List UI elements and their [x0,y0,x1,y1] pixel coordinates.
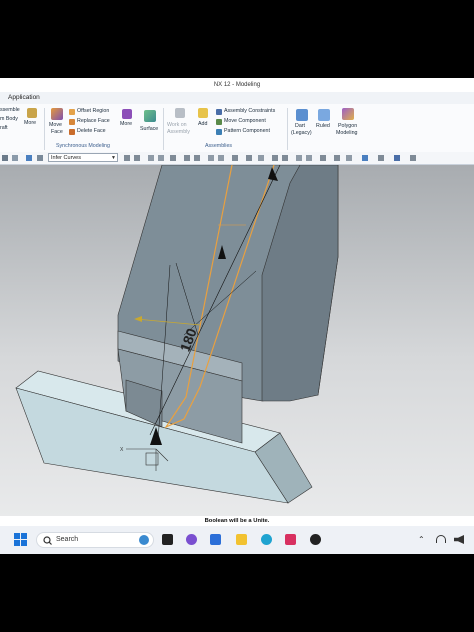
ribbon: ssemble m Body raft More Move Face Offse… [0,104,474,153]
volume-icon[interactable] [454,535,464,544]
chevron-down-icon: ▼ [111,155,116,161]
offset-region-icon [69,109,75,115]
replace-face-button[interactable]: Replace Face [77,118,110,125]
ruled-button[interactable]: Ruled [316,123,330,130]
more-icon[interactable] [27,108,37,118]
toolbar-icon[interactable] [272,155,278,161]
move-component-button[interactable]: Move Component [224,118,266,125]
toolbar-icon[interactable] [194,155,200,161]
move-face-label-2[interactable]: Face [51,129,63,136]
window-title: NX 12 - Modeling [0,78,474,92]
chat-icon[interactable] [186,534,197,545]
pattern-component-button[interactable]: Pattern Component [224,128,270,135]
toolbar-icon[interactable] [148,155,154,161]
dart-label-2[interactable]: (Legacy) [291,130,312,137]
toolbar-icon[interactable] [394,155,400,161]
assemblies-group-label: Assemblies [205,143,233,149]
dart-icon[interactable] [296,109,308,121]
more-button-2[interactable]: More [120,121,132,128]
toolbar-icon[interactable] [124,155,130,161]
move-component-icon [216,119,222,125]
toolbar-icon[interactable] [282,155,288,161]
ribbon-left-edge-1[interactable]: ssemble [0,107,20,114]
ruled-icon[interactable] [318,109,330,121]
toolbar-icon[interactable] [346,155,352,161]
filter-icon[interactable] [2,155,8,161]
ribbon-left-edge-3[interactable]: raft [0,125,8,132]
taskbar-search[interactable]: Search [36,532,154,548]
search-icon [43,536,52,545]
divider [287,108,288,150]
more-button-1[interactable]: More [24,120,36,127]
toolbar-icon[interactable] [246,155,252,161]
selection-toolbar: Infer Curves ▼ [0,152,474,165]
snap-icon[interactable] [26,155,32,161]
toolbar-icon[interactable] [158,155,164,161]
app-window: NX 12 - Modeling Application ssemble m B… [0,78,474,554]
polygon-label-1[interactable]: Polygon [338,123,357,130]
app-icon[interactable] [285,534,296,545]
edge-icon[interactable] [261,534,272,545]
move-face-icon[interactable] [51,108,63,120]
windows-start-icon[interactable] [14,533,27,546]
toolbar-icon[interactable] [362,155,368,161]
ribbon-left-edge-2[interactable]: m Body [0,116,18,123]
model-view[interactable]: 180 X [0,164,474,517]
divider [163,108,164,150]
toolbar-icon[interactable] [258,155,264,161]
curve-rule-value: Infer Curves [51,155,81,161]
windows-taskbar: Search ⌃ [0,526,474,554]
network-icon[interactable] [436,535,446,543]
polygon-label-2[interactable]: Modeling [336,130,358,137]
move-face-label-1[interactable]: Move [49,122,62,129]
surface-icon[interactable] [144,110,156,122]
toolbar-icon[interactable] [306,155,312,161]
graphics-window[interactable]: 180 X [0,164,474,517]
work-on-assembly-icon [175,108,185,118]
surface-button[interactable]: Surface [140,126,158,133]
add-button[interactable]: Add [198,121,207,128]
toolbar-icon[interactable] [170,155,176,161]
toolbar-icon[interactable] [208,155,214,161]
select-icon[interactable] [12,155,18,161]
delete-face-button[interactable]: Delete Face [77,128,106,135]
curve-rule-select[interactable]: Infer Curves ▼ [48,153,118,162]
assembly-constraints-button[interactable]: Assembly Constraints [224,108,275,115]
status-message: Boolean will be a Unite. [0,516,474,526]
file-explorer-icon[interactable] [236,534,247,545]
replace-face-icon [69,119,75,125]
menu-application[interactable]: Application [8,94,40,101]
toolbar-icon[interactable] [378,155,384,161]
add-component-icon[interactable] [198,108,208,118]
toolbar-icon[interactable] [184,155,190,161]
store-icon[interactable] [210,534,221,545]
curve-rule-icon[interactable] [37,155,43,161]
toolbar-icon[interactable] [134,155,140,161]
delete-face-icon [69,129,75,135]
polygon-modeling-icon[interactable] [342,108,354,120]
toolbar-icon[interactable] [218,155,224,161]
toolbar-icon[interactable] [320,155,326,161]
dart-label-1[interactable]: Dart [295,123,305,130]
toolbar-icon[interactable] [232,155,238,161]
task-view-icon[interactable] [162,534,173,545]
toolbar-icon[interactable] [296,155,302,161]
search-placeholder: Search [56,536,79,543]
pattern-component-icon [216,129,222,135]
toolbar-icon[interactable] [334,155,340,161]
chevron-up-icon[interactable]: ⌃ [418,535,425,544]
toolbar-icon[interactable] [410,155,416,161]
more-sync-icon[interactable] [122,109,132,119]
copilot-icon [139,535,149,545]
sync-group-label: Synchronous Modeling [56,143,110,149]
assembly-constraints-icon [216,109,222,115]
work-on-assembly-label-2: Assembly [167,129,190,135]
app-icon[interactable] [310,534,321,545]
offset-region-button[interactable]: Offset Region [77,108,109,115]
work-on-assembly-label-1: Work on [167,122,187,128]
divider [44,108,45,150]
